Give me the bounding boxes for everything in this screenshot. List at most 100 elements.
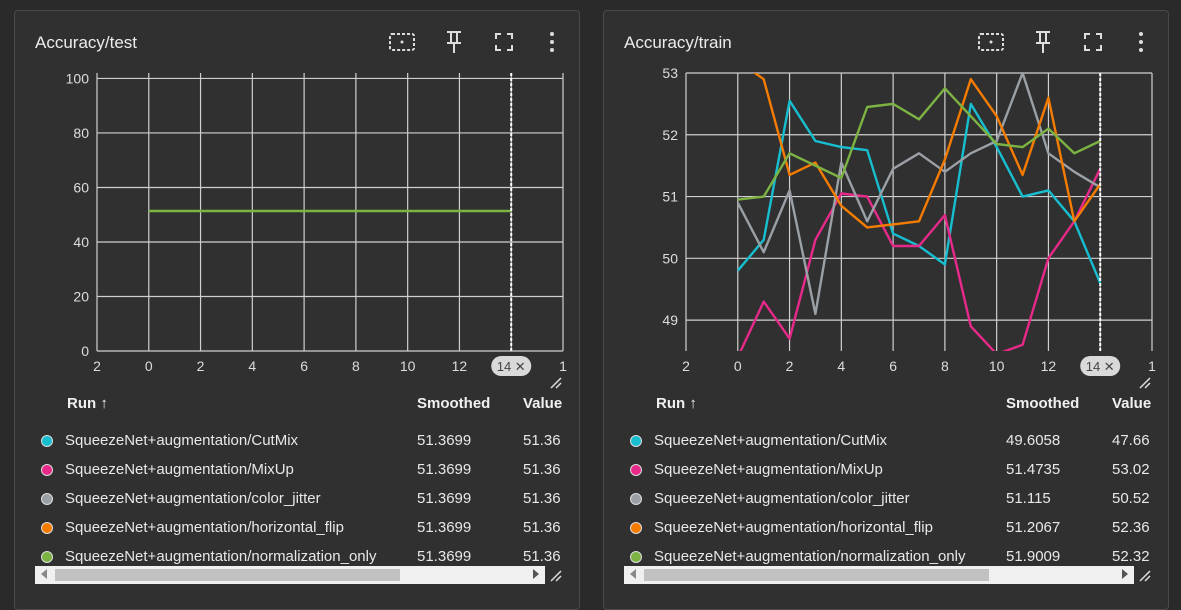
x-tick-label: 2 — [786, 358, 794, 374]
value-column-header[interactable]: Value — [523, 395, 563, 412]
x-tick-label: 2 — [93, 358, 101, 374]
run-name: SqueezeNet+augmentation/MixUp — [654, 461, 883, 478]
y-tick-label: 50 — [662, 250, 678, 266]
step-badge-label: 14 ✕ — [497, 359, 526, 374]
run-color-dot[interactable] — [630, 551, 642, 563]
x-tick-label: 2 — [682, 358, 690, 374]
x-tick-label: 1 — [1148, 358, 1156, 374]
run-color-dot[interactable] — [630, 435, 642, 447]
table-row[interactable]: SqueezeNet+augmentation/horizontal_flip 5… — [604, 516, 1170, 545]
resize-handle-icon[interactable] — [1138, 376, 1152, 390]
x-tick-label: 6 — [300, 358, 308, 374]
table-row[interactable]: SqueezeNet+augmentation/color_jitter 51.1… — [604, 487, 1170, 516]
series-line-CutMix — [736, 99, 1102, 284]
horizontal-scrollbar[interactable] — [624, 566, 1134, 584]
table-row[interactable]: SqueezeNet+augmentation/CutMix 51.3699 51.… — [15, 429, 581, 458]
run-name: SqueezeNet+augmentation/CutMix — [65, 432, 299, 449]
run-color-dot[interactable] — [630, 522, 642, 534]
smoothed-column-header[interactable]: Smoothed — [1006, 395, 1079, 412]
run-name: SqueezeNet+augmentation/MixUp — [65, 461, 294, 478]
run-color-dot[interactable] — [630, 464, 642, 476]
step-badge[interactable]: 14 ✕ — [491, 356, 532, 376]
step-badge-label: 14 ✕ — [1086, 359, 1115, 374]
y-tick-label: 51 — [662, 189, 678, 205]
y-tick-label: 20 — [73, 288, 89, 304]
raw-value: 51.36 — [523, 490, 561, 507]
run-name: SqueezeNet+augmentation/horizontal_flip — [654, 519, 933, 536]
step-badge[interactable]: 14 ✕ — [1080, 356, 1121, 376]
y-tick-label: 49 — [662, 312, 678, 328]
run-name: SqueezeNet+augmentation/CutMix — [654, 432, 888, 449]
x-tick-label: 4 — [837, 358, 845, 374]
y-tick-label: 80 — [73, 125, 89, 141]
run-color-dot[interactable] — [41, 464, 53, 476]
raw-value: 51.36 — [523, 432, 561, 449]
scroll-thumb[interactable] — [644, 569, 989, 581]
smoothed-value: 51.4735 — [1006, 461, 1061, 478]
smoothed-value: 51.3699 — [417, 519, 472, 536]
x-tick-label: 12 — [452, 358, 468, 374]
smoothed-value: 51.3699 — [417, 432, 472, 449]
smoothed-value: 49.6058 — [1006, 432, 1061, 449]
run-column-header[interactable]: Run ↑ — [656, 395, 697, 412]
scroll-thumb[interactable] — [55, 569, 400, 581]
line-chart-accuracy-train[interactable]: 2 0 2 4 6 8 10 12 1 49 50 51 52 53 14 ✕ — [604, 11, 1170, 401]
x-tick-label: 10 — [989, 358, 1005, 374]
resize-handle-icon[interactable] — [549, 569, 563, 583]
resize-handle-icon[interactable] — [1138, 569, 1152, 583]
run-color-dot[interactable] — [41, 435, 53, 447]
table-row[interactable]: SqueezeNet+augmentation/horizontal_flip 5… — [15, 516, 581, 545]
y-tick-label: 60 — [73, 179, 89, 195]
smoothed-value: 51.115 — [1006, 490, 1051, 507]
line-chart-accuracy-test[interactable]: 2 0 2 4 6 8 10 12 102040608010014 ✕ — [15, 11, 581, 401]
x-tick-label: 0 — [734, 358, 742, 374]
run-color-dot[interactable] — [41, 551, 53, 563]
smoothed-value: 51.3699 — [417, 461, 472, 478]
x-tick-label: 8 — [352, 358, 360, 374]
smoothed-value: 51.2067 — [1006, 519, 1061, 536]
scroll-left-icon[interactable] — [41, 569, 47, 579]
smoothed-value: 51.3699 — [417, 490, 472, 507]
series-group — [736, 73, 1102, 351]
table-row[interactable]: SqueezeNet+augmentation/MixUp 51.3699 51.3… — [15, 458, 581, 487]
value-column-header[interactable]: Value — [1112, 395, 1152, 412]
raw-value: 53.02 — [1112, 461, 1150, 478]
y-tick-label: 53 — [662, 65, 678, 81]
run-color-dot[interactable] — [41, 493, 53, 505]
smoothed-column-header[interactable]: Smoothed — [417, 395, 490, 412]
table-row[interactable]: SqueezeNet+augmentation/CutMix 49.6058 47.… — [604, 429, 1170, 458]
run-name: SqueezeNet+augmentation/normalization_on… — [65, 548, 377, 565]
raw-value: 52.36 — [1112, 519, 1150, 536]
run-name: SqueezeNet+augmentation/normalization_on… — [654, 548, 966, 565]
run-name: SqueezeNet+augmentation/color_jitter — [654, 490, 910, 507]
chart-card-accuracy-test: Accuracy/test 2 0 2 4 6 8 10 12 1 0 20 40 60 80 100 14 … — [14, 10, 580, 610]
y-tick-label: 40 — [73, 234, 89, 250]
smoothed-value: 51.9009 — [1006, 548, 1061, 565]
table-row[interactable]: SqueezeNet+augmentation/MixUp 51.4735 53.0… — [604, 458, 1170, 487]
raw-value: 51.36 — [523, 548, 561, 565]
horizontal-scrollbar[interactable] — [35, 566, 545, 584]
run-color-dot[interactable] — [630, 493, 642, 505]
x-tick-label: 1 — [559, 358, 567, 374]
raw-value: 50.52 — [1112, 490, 1150, 507]
raw-value: 47.66 — [1112, 432, 1150, 449]
run-color-dot[interactable] — [41, 522, 53, 534]
y-tick-label: 0 — [81, 343, 89, 359]
scroll-right-icon[interactable] — [533, 569, 539, 579]
x-tick-label: 12 — [1041, 358, 1057, 374]
resize-handle-icon[interactable] — [549, 376, 563, 390]
table-row[interactable]: SqueezeNet+augmentation/color_jitter 51.3… — [15, 487, 581, 516]
raw-value: 52.32 — [1112, 548, 1150, 565]
x-tick-label: 4 — [248, 358, 256, 374]
raw-value: 51.36 — [523, 461, 561, 478]
y-tick-label: 100 — [66, 70, 90, 86]
x-tick-label: 6 — [889, 358, 897, 374]
run-name: SqueezeNet+augmentation/color_jitter — [65, 490, 321, 507]
scroll-left-icon[interactable] — [630, 569, 636, 579]
chart-card-accuracy-train: Accuracy/train 2 0 2 4 6 8 10 12 1 49 50 51 52 53 14 ✕… — [603, 10, 1169, 610]
run-column-header[interactable]: Run ↑ — [67, 395, 108, 412]
raw-value: 51.36 — [523, 519, 561, 536]
run-name: SqueezeNet+augmentation/horizontal_flip — [65, 519, 344, 536]
x-tick-label: 8 — [941, 358, 949, 374]
scroll-right-icon[interactable] — [1122, 569, 1128, 579]
